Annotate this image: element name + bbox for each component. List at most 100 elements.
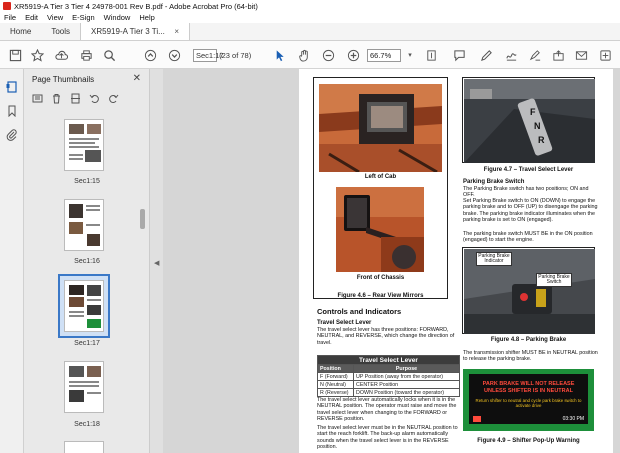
figure-parking-brake: Parking Brake Indicator Parking Brake Sw…	[462, 247, 595, 334]
table-cell: R (Reverse)	[317, 388, 354, 397]
warning-title: PARK BRAKE WILL NOT RELEASE UNLESS SHIFT…	[469, 381, 588, 394]
select-cursor-icon[interactable]	[272, 48, 286, 62]
warning-line-2: UNLESS SHIFTER IS IN NEUTRAL	[484, 387, 573, 394]
star-icon[interactable]	[30, 48, 44, 62]
tab-bar: Home Tools XR5919-A Tier 3 Ti... ×	[0, 23, 620, 41]
table-title: Travel Select Lever	[317, 355, 460, 365]
travel-select-lever-photo: F N R	[464, 79, 595, 163]
caption-left-of-cab: Left of Cab	[364, 174, 397, 180]
close-icon[interactable]: ✕	[133, 73, 141, 84]
window-title: XR5919-A Tier 3 Tier 4 24978-001 Rev B.p…	[14, 1, 258, 11]
thumbnail-scrollbar[interactable]	[140, 209, 145, 229]
callout-parking-brake-switch: Parking Brake Switch	[536, 273, 572, 287]
navigation-rail	[0, 69, 24, 453]
paragraph-lever-locks: The travel select lever automatically lo…	[317, 397, 457, 422]
tab-document[interactable]: XR5919-A Tier 3 Ti... ×	[80, 23, 191, 40]
save-icon[interactable]	[8, 48, 22, 62]
travel-select-lever-table: Travel Select Lever Position Purpose F (…	[317, 355, 460, 397]
menu-esign[interactable]: E-Sign	[72, 13, 95, 22]
table-header-position: Position	[317, 364, 354, 373]
previous-page-icon[interactable]	[143, 48, 157, 62]
page-count: (23 of 78)	[219, 51, 252, 60]
page-fit-icon[interactable]	[424, 48, 438, 62]
toolbar: Sec1:17 (23 of 78) 66.7% ▾	[0, 41, 620, 69]
thumbnail-label: Sec1:15	[74, 178, 100, 185]
thumbnail-page[interactable]	[64, 361, 104, 413]
table-cell: DOWN Position (toward the operator)	[353, 388, 460, 397]
paragraph-pbs-positions: The Parking Brake switch has two positio…	[463, 186, 589, 199]
zoom-in-icon[interactable]	[346, 48, 360, 62]
table-cell: N (Neutral)	[317, 380, 354, 389]
table-cell: UP Position (away from the operator)	[353, 372, 460, 381]
thumbnail-label: Sec1:16	[74, 258, 100, 265]
page-navigator: Sec1:17 (23 of 78)	[193, 49, 251, 62]
warning-subtext: Return shifter to neutral and cycle park…	[475, 398, 582, 409]
shifter-warning-screen: PARK BRAKE WILL NOT RELEASE UNLESS SHIFT…	[463, 369, 594, 431]
menu-edit[interactable]: Edit	[25, 13, 38, 22]
caption-front-of-chassis: Front of Chassis	[356, 275, 405, 281]
search-icon[interactable]	[102, 48, 116, 62]
chevron-down-icon[interactable]: ▾	[403, 48, 417, 62]
svg-text:N: N	[534, 121, 541, 131]
caption-figure-4-6: Figure 4.6 – Rear View Mirrors	[337, 293, 424, 299]
page-thumbnails-icon[interactable]	[6, 81, 18, 93]
thumbnail-options-icon[interactable]	[32, 93, 43, 104]
fill-sign-icon[interactable]	[528, 48, 542, 62]
left-of-cab-photo	[319, 84, 442, 172]
page-thumbnails-panel: Page Thumbnails ✕ Sec1:15 Sec1:16 Sec1:1…	[24, 69, 150, 453]
attachment-icon[interactable]	[6, 129, 18, 141]
more-tools-icon[interactable]	[598, 48, 612, 62]
paragraph-pbs-usage: Set Parking Brake switch to ON (DOWN) to…	[463, 198, 598, 223]
page-number-input[interactable]: Sec1:17	[193, 49, 224, 62]
share-icon[interactable]	[551, 48, 565, 62]
svg-text:F: F	[530, 107, 536, 117]
bookmark-icon[interactable]	[6, 105, 18, 118]
rotate-left-icon[interactable]	[89, 93, 100, 104]
table-row: F (Forward) UP Position (away from the o…	[317, 372, 460, 381]
pdf-page: Left of Cab Front of Chassis Figure 4.6 …	[299, 69, 613, 453]
comment-icon[interactable]	[452, 48, 466, 62]
warning-display: PARK BRAKE WILL NOT RELEASE UNLESS SHIFT…	[469, 374, 588, 424]
title-bar: XR5919-A Tier 3 Tier 4 24978-001 Rev B.p…	[0, 0, 620, 12]
menu-view[interactable]: View	[47, 13, 63, 22]
thumbnail-label: Sec1:18	[74, 421, 100, 428]
email-icon[interactable]	[574, 48, 588, 62]
thumbnail-page[interactable]	[64, 119, 104, 171]
close-icon[interactable]: ×	[174, 27, 179, 36]
menu-help[interactable]: Help	[139, 13, 154, 22]
upload-cloud-icon[interactable]	[54, 48, 68, 62]
rotate-right-icon[interactable]	[108, 93, 119, 104]
menu-file[interactable]: File	[4, 13, 16, 22]
next-page-icon[interactable]	[167, 48, 181, 62]
sign-icon[interactable]	[504, 48, 518, 62]
thumbnail-page-selected[interactable]	[64, 280, 104, 332]
zoom-level-input[interactable]: 66.7%	[367, 49, 401, 62]
zoom-out-icon[interactable]	[321, 48, 335, 62]
chevron-left-icon[interactable]: ◀	[154, 259, 159, 267]
caption-figure-4-9: Figure 4.9 – Shifter Pop-Up Warning	[477, 438, 580, 444]
table-row: N (Neutral) CENTER Position	[317, 380, 460, 389]
callout-parking-brake-indicator: Parking Brake Indicator	[476, 252, 512, 266]
menu-window[interactable]: Window	[104, 13, 131, 22]
table-row: R (Reverse) DOWN Position (toward the op…	[317, 388, 460, 397]
extract-page-icon[interactable]	[70, 93, 81, 104]
tab-document-label: XR5919-A Tier 3 Ti...	[91, 27, 165, 36]
print-icon[interactable]	[79, 48, 93, 62]
thumbnail-page[interactable]	[64, 199, 104, 251]
delete-page-icon[interactable]	[51, 93, 62, 104]
hand-tool-icon[interactable]	[297, 48, 311, 62]
pen-icon[interactable]	[479, 48, 493, 62]
document-viewport[interactable]: Left of Cab Front of Chassis Figure 4.6 …	[163, 69, 620, 453]
acrobat-icon	[3, 2, 11, 10]
panel-collapse-handle[interactable]: ◀	[150, 69, 163, 453]
paragraph-travel-select-lever: The travel select lever has three positi…	[317, 327, 455, 346]
caption-figure-4-7: Figure 4.7 – Travel Select Lever	[483, 167, 574, 173]
tab-tools[interactable]: Tools	[41, 23, 80, 40]
figure-rear-view-mirrors: Left of Cab Front of Chassis	[313, 77, 448, 299]
table-header-purpose: Purpose	[353, 364, 460, 373]
heading-travel-select-lever: Travel Select Lever	[317, 320, 372, 326]
thumbnail-toolbar	[32, 93, 119, 104]
tab-home[interactable]: Home	[0, 23, 41, 40]
menu-bar: File Edit View E-Sign Window Help	[0, 12, 620, 23]
thumbnail-page[interactable]	[64, 441, 104, 453]
